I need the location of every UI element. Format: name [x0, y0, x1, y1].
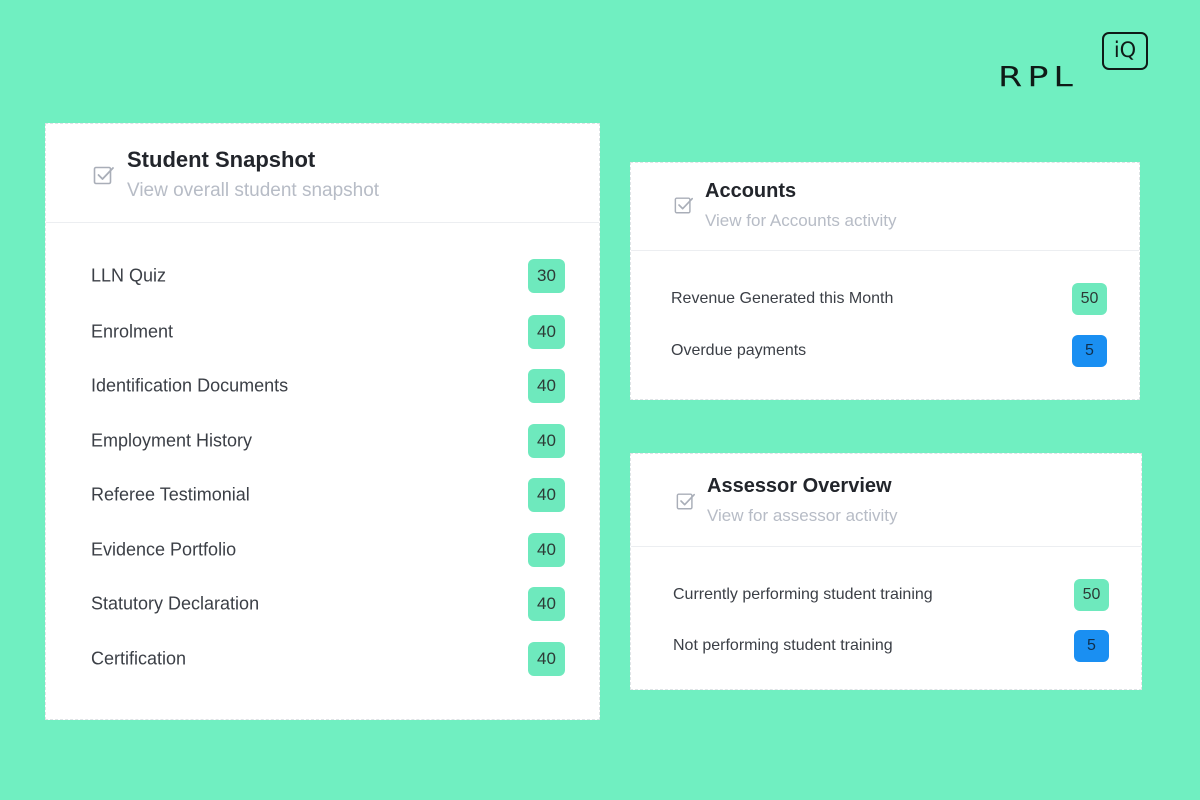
count-badge: 30 [528, 259, 565, 293]
count-badge: 50 [1074, 579, 1109, 611]
list-item-statutory-declaration[interactable]: Statutory Declaration 40 [46, 586, 599, 622]
list-item-label: Currently performing student training [673, 586, 933, 603]
assessor-overview-card: Assessor Overview View for assessor acti… [630, 453, 1142, 690]
count-badge: 40 [528, 587, 565, 621]
list-item-label: Identification Documents [91, 375, 289, 396]
count-badge: 5 [1072, 335, 1107, 367]
accounts-subtitle: View for Accounts activity [705, 211, 897, 230]
list-item-identification-documents[interactable]: Identification Documents 40 [46, 368, 599, 404]
list-item-label: Overdue payments [671, 342, 807, 359]
count-badge: 5 [1074, 630, 1109, 662]
student-snapshot-header: Student Snapshot View overall student sn… [46, 124, 599, 223]
list-item-not-performing[interactable]: Not performing student training 5 [631, 628, 1141, 664]
count-badge: 40 [528, 533, 565, 567]
logo-text: RPL [998, 61, 1078, 93]
student-snapshot-title: Student Snapshot [127, 147, 316, 172]
list-item-overdue-payments[interactable]: Overdue payments 5 [631, 333, 1139, 369]
rpliq-logo: RPL iQ [996, 30, 1166, 100]
count-badge: 50 [1072, 283, 1107, 315]
list-item-label: Not performing student training [673, 637, 893, 654]
count-badge: 40 [528, 424, 565, 458]
list-item-enrolment[interactable]: Enrolment 40 [46, 314, 599, 350]
list-item-label: LLN Quiz [91, 265, 167, 286]
list-item-label: Certification [91, 648, 187, 669]
list-item-label: Revenue Generated this Month [671, 290, 894, 307]
logo-badge: iQ [1102, 32, 1148, 70]
list-item-label: Statutory Declaration [91, 593, 260, 614]
accounts-card: Accounts View for Accounts activity Reve… [630, 162, 1140, 400]
count-badge: 40 [528, 369, 565, 403]
list-item-label: Employment History [91, 430, 253, 451]
assessor-overview-subtitle: View for assessor activity [707, 506, 898, 525]
list-item-currently-performing[interactable]: Currently performing student training 50 [631, 577, 1141, 613]
student-snapshot-subtitle: View overall student snapshot [127, 180, 380, 201]
checkbox-icon [676, 493, 695, 510]
count-badge: 40 [528, 642, 565, 676]
list-item-revenue-generated[interactable]: Revenue Generated this Month 50 [631, 281, 1139, 317]
checkbox-icon [674, 197, 693, 214]
list-item-label: Evidence Portfolio [91, 539, 237, 560]
list-item-label: Enrolment [91, 321, 174, 342]
accounts-header: Accounts View for Accounts activity [631, 163, 1139, 251]
student-snapshot-card: Student Snapshot View overall student sn… [45, 123, 600, 720]
list-item-employment-history[interactable]: Employment History 40 [46, 423, 599, 459]
list-item-evidence-portfolio[interactable]: Evidence Portfolio 40 [46, 532, 599, 568]
assessor-overview-header: Assessor Overview View for assessor acti… [631, 454, 1141, 547]
list-item-label: Referee Testimonial [91, 484, 250, 505]
checkbox-icon [93, 166, 114, 185]
count-badge: 40 [528, 478, 565, 512]
list-item-certification[interactable]: Certification 40 [46, 641, 599, 677]
accounts-title: Accounts [705, 180, 797, 202]
count-badge: 40 [528, 315, 565, 349]
assessor-overview-title: Assessor Overview [707, 475, 892, 497]
list-item-referee-testimonial[interactable]: Referee Testimonial 40 [46, 477, 599, 513]
list-item-lln-quiz[interactable]: LLN Quiz 30 [46, 258, 599, 294]
